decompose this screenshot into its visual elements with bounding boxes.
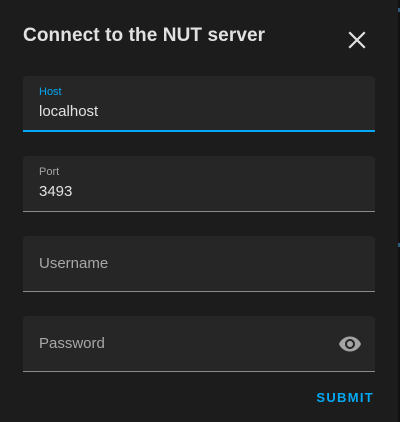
- port-input[interactable]: 3493: [39, 183, 72, 200]
- connect-dialog: Connect to the NUT server Host localhost…: [0, 0, 398, 422]
- host-field[interactable]: Host localhost: [23, 76, 375, 132]
- host-label: Host: [39, 86, 62, 98]
- port-label: Port: [39, 166, 60, 178]
- port-field[interactable]: Port 3493: [23, 156, 375, 212]
- submit-button[interactable]: SUBMIT: [316, 390, 374, 405]
- password-input[interactable]: Password: [39, 335, 105, 352]
- dialog-title: Connect to the NUT server: [23, 25, 266, 46]
- host-input[interactable]: localhost: [39, 103, 98, 120]
- eye-icon: [339, 336, 361, 352]
- username-field[interactable]: Username: [23, 236, 375, 292]
- username-input[interactable]: Username: [39, 255, 108, 272]
- show-password-button[interactable]: [337, 331, 363, 357]
- close-icon: [348, 31, 366, 49]
- password-field[interactable]: Password: [23, 316, 375, 372]
- close-button[interactable]: [343, 26, 371, 54]
